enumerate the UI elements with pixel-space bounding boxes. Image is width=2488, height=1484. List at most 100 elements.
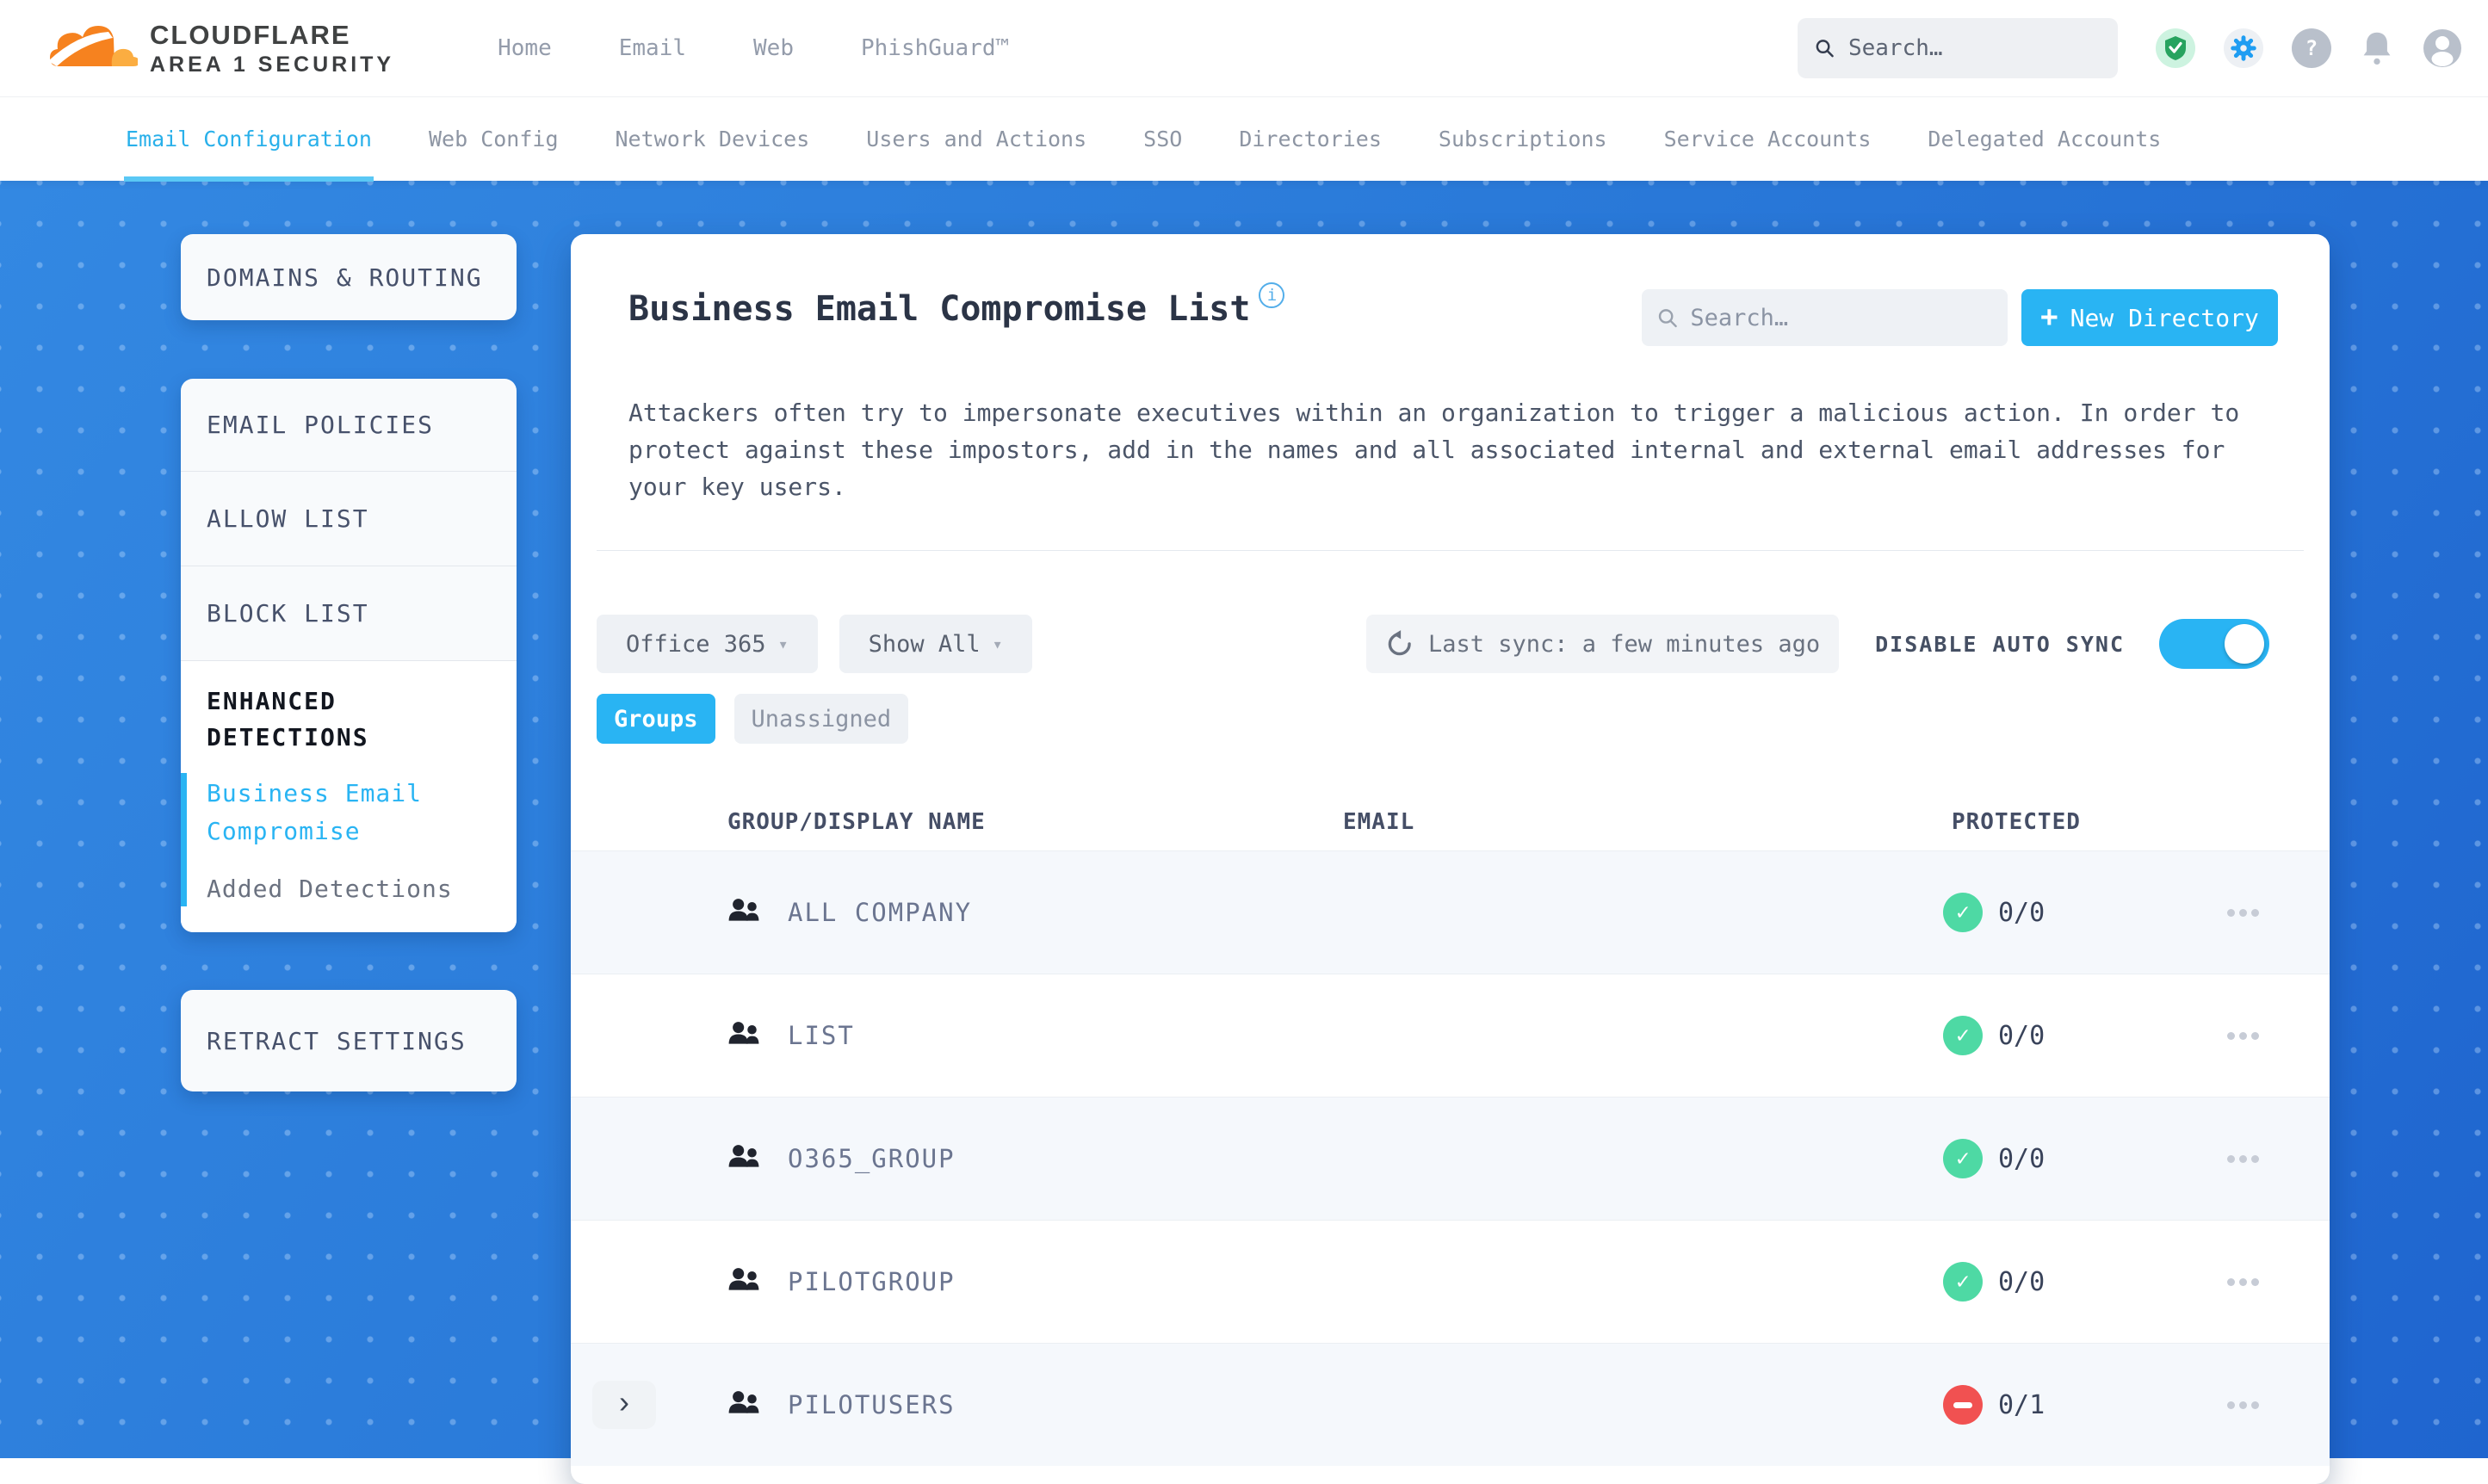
section-tabs: Email Configuration Web Config Network D… bbox=[0, 96, 2488, 182]
section-tab[interactable]: Web Config bbox=[427, 97, 560, 182]
help-icon[interactable]: ? bbox=[2292, 28, 2331, 68]
list-search[interactable] bbox=[1642, 289, 2008, 346]
col-email: EMAIL bbox=[1343, 809, 1415, 835]
section-tab[interactable]: Network Devices bbox=[614, 97, 812, 182]
sidebar-policies-card: EMAIL POLICIES ALLOW LIST BLOCK LIST ENH… bbox=[181, 379, 517, 932]
section-tab[interactable]: Service Accounts bbox=[1662, 97, 1873, 182]
protected-count: 0/0 bbox=[1998, 1020, 2045, 1051]
kebab-menu[interactable] bbox=[2219, 1401, 2330, 1409]
section-tab[interactable]: Users and Actions bbox=[864, 97, 1088, 182]
sidebar-item-allow-list[interactable]: ALLOW LIST bbox=[181, 472, 517, 566]
search-icon bbox=[1816, 40, 1834, 58]
kebab-menu[interactable] bbox=[2219, 908, 2330, 917]
table-row[interactable]: › PILOTUSERS 0/1 bbox=[571, 1343, 2330, 1466]
sidebar-item-added-detections[interactable]: Added Detections bbox=[207, 875, 496, 903]
main-card: Business Email Compromise List i + New D… bbox=[571, 234, 2330, 1484]
protected-status-badge: ✓ bbox=[1943, 1139, 1983, 1178]
table-header: GROUP/DISPLAY NAME EMAIL PROTECTED bbox=[571, 794, 2330, 850]
global-search[interactable] bbox=[1798, 18, 2118, 78]
chevron-right-icon: › bbox=[619, 1384, 629, 1419]
protected-count: 0/1 bbox=[1998, 1389, 2045, 1420]
page-description: Attackers often try to impersonate execu… bbox=[628, 399, 2240, 501]
sidebar-item-enhanced-detections[interactable]: ENHANCED DETECTIONS bbox=[207, 683, 496, 756]
col-group-display-name: GROUP/DISPLAY NAME bbox=[727, 809, 986, 835]
protected-status-badge: ✓ bbox=[1943, 1385, 1983, 1425]
protected-count: 0/0 bbox=[1998, 1143, 2045, 1174]
sidebar-section-enhanced-detections: ENHANCED DETECTIONS Business Email Compr… bbox=[181, 661, 517, 932]
minus-icon bbox=[1953, 1401, 1972, 1408]
refresh-icon bbox=[1388, 630, 1411, 656]
last-sync-button[interactable]: Last sync: a few minutes ago bbox=[1365, 615, 1840, 673]
protected-status-badge: ✓ bbox=[1943, 1262, 1983, 1302]
tab-unassigned[interactable]: Unassigned bbox=[733, 694, 909, 744]
sidebar-item-email-policies[interactable]: EMAIL POLICIES bbox=[181, 379, 517, 472]
table-row[interactable]: › LIST bbox=[571, 974, 2330, 1097]
users-icon bbox=[728, 1145, 759, 1167]
brand-name: CLOUDFLARE bbox=[150, 19, 351, 50]
caret-down-icon: ▾ bbox=[992, 634, 1003, 654]
top-nav-item[interactable]: Home bbox=[498, 35, 552, 61]
cloudflare-cloud-icon bbox=[48, 26, 138, 66]
group-name: PILOTUSERS bbox=[788, 1390, 956, 1419]
new-directory-button[interactable]: + New Directory bbox=[2021, 289, 2278, 346]
section-tab[interactable]: Delegated Accounts bbox=[1926, 97, 2163, 182]
table-row[interactable]: › ALL COMPANY bbox=[571, 850, 2330, 974]
section-tab[interactable]: SSO bbox=[1142, 97, 1184, 182]
col-protected: PROTECTED bbox=[1952, 809, 2081, 835]
brand-sub: AREA 1 SECURITY bbox=[150, 52, 395, 77]
active-indicator-bar bbox=[181, 773, 187, 906]
sidebar-item-business-email-compromise[interactable]: Business Email Compromise bbox=[207, 775, 496, 850]
check-icon: ✓ bbox=[1956, 1146, 1970, 1172]
sidebar-item-domains-routing[interactable]: DOMAINS & ROUTING bbox=[181, 234, 517, 320]
global-search-input[interactable] bbox=[1847, 35, 2101, 61]
section-tab[interactable]: Directories bbox=[1237, 97, 1383, 182]
protected-count: 0/0 bbox=[1998, 897, 2045, 928]
bell-icon[interactable] bbox=[2360, 30, 2394, 66]
group-name: LIST bbox=[788, 1021, 855, 1050]
check-icon: ✓ bbox=[1956, 900, 1970, 925]
shield-check-icon[interactable] bbox=[2156, 28, 2195, 68]
top-nav-item[interactable]: Email bbox=[619, 35, 686, 61]
page-title: Business Email Compromise List bbox=[628, 289, 1251, 329]
show-filter-select[interactable]: Show All ▾ bbox=[839, 615, 1032, 673]
protected-status-badge: ✓ bbox=[1943, 1016, 1983, 1055]
users-icon bbox=[728, 1268, 759, 1290]
table-row[interactable]: › O365_GROUP bbox=[571, 1097, 2330, 1220]
app-header: CLOUDFLARE AREA 1 SECURITY Home Email We… bbox=[0, 0, 2488, 96]
sidebar-item-retract-settings[interactable]: RETRACT SETTINGS bbox=[181, 990, 517, 1091]
cloudflare-logo[interactable]: CLOUDFLARE AREA 1 SECURITY bbox=[48, 18, 394, 78]
group-name: ALL COMPANY bbox=[788, 898, 973, 927]
list-search-input[interactable] bbox=[1690, 304, 1992, 331]
section-tab[interactable]: Subscriptions bbox=[1437, 97, 1609, 182]
top-nav-item[interactable]: PhishGuard™ bbox=[861, 35, 1009, 61]
directory-select[interactable]: Office 365 ▾ bbox=[597, 615, 818, 673]
info-icon[interactable]: i bbox=[1259, 282, 1285, 308]
search-icon bbox=[1658, 308, 1677, 327]
top-nav: Home Email Web PhishGuard™ bbox=[498, 35, 1009, 61]
check-icon: ✓ bbox=[1956, 1023, 1970, 1048]
gear-icon[interactable] bbox=[2224, 28, 2263, 68]
divider bbox=[597, 550, 2304, 551]
kebab-menu[interactable] bbox=[2219, 1277, 2330, 1286]
auto-sync-toggle[interactable] bbox=[2159, 619, 2269, 669]
auto-sync-label: DISABLE AUTO SYNC bbox=[1875, 631, 2125, 657]
plus-icon: + bbox=[2040, 299, 2058, 334]
protected-status-badge: ✓ bbox=[1943, 893, 1983, 932]
table-row[interactable]: › PILOTGROUP bbox=[571, 1220, 2330, 1343]
section-tab[interactable]: Email Configuration bbox=[124, 97, 374, 182]
kebab-menu[interactable] bbox=[2219, 1031, 2330, 1040]
kebab-menu[interactable] bbox=[2219, 1154, 2330, 1163]
toggle-knob bbox=[2225, 624, 2264, 664]
tab-groups[interactable]: Groups bbox=[597, 694, 715, 744]
users-icon bbox=[728, 1022, 759, 1044]
sidebar-item-block-list[interactable]: BLOCK LIST bbox=[181, 566, 517, 661]
groups-table: GROUP/DISPLAY NAME EMAIL PROTECTED › bbox=[571, 794, 2330, 1466]
users-icon bbox=[728, 1391, 759, 1413]
expand-row-button[interactable]: › bbox=[592, 1381, 656, 1429]
users-icon bbox=[728, 899, 759, 921]
protected-count: 0/0 bbox=[1998, 1266, 2045, 1297]
group-name: PILOTGROUP bbox=[788, 1267, 956, 1296]
top-nav-item[interactable]: Web bbox=[753, 35, 794, 61]
page-background: DOMAINS & ROUTING EMAIL POLICIES ALLOW L… bbox=[0, 181, 2488, 1484]
user-icon[interactable] bbox=[2423, 28, 2462, 68]
